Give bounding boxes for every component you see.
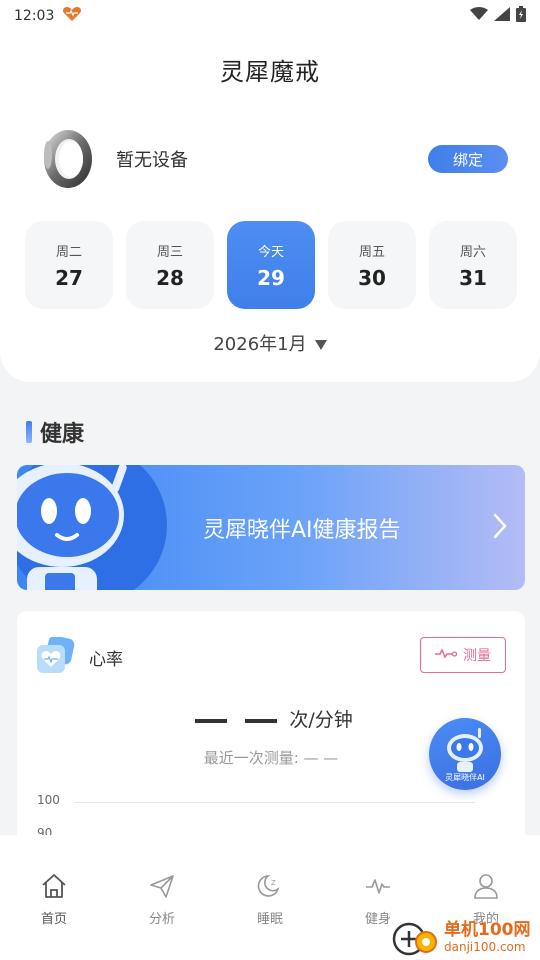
day-item[interactable]: 周二 27	[25, 221, 113, 309]
empty-value-dash	[195, 718, 228, 723]
send-icon	[148, 873, 176, 903]
site-watermark: 单机100网 danji100.com	[392, 915, 540, 960]
heart-rate-title: 心率	[89, 649, 123, 670]
section-title-text: 健康	[40, 422, 85, 447]
heart-rate-unit: 次/分钟	[289, 709, 353, 731]
day-number: 29	[257, 265, 285, 290]
signal-icon	[494, 7, 510, 25]
heart-rate-icon	[37, 635, 75, 677]
day-item[interactable]: 周五 30	[328, 221, 416, 309]
banner-title: 灵犀晓伴AI健康报告	[203, 517, 401, 543]
day-item[interactable]: 周六 31	[429, 221, 517, 309]
gridline	[74, 802, 475, 803]
user-icon	[472, 873, 500, 903]
day-number: 30	[358, 265, 386, 290]
day-name: 周五	[358, 244, 385, 260]
watermark-text: 单机100网 danji100.com	[444, 920, 531, 955]
home-icon	[40, 873, 68, 903]
caret-down-icon	[314, 340, 327, 350]
day-number: 27	[55, 265, 83, 290]
empty-value-dash	[245, 718, 278, 723]
top-card: 灵犀魔戒 暂无设备 绑定 周二 27 周三 28 今天 29 周五 30 周六 …	[0, 32, 540, 382]
device-status-text: 暂无设备	[116, 150, 188, 171]
status-bar: 12:03	[0, 0, 540, 32]
robot-mascot-icon	[17, 465, 167, 590]
svg-text:Z: Z	[271, 879, 276, 887]
tab-sleep[interactable]: Z 睡眠	[216, 835, 324, 960]
section-title-health: 健康	[26, 416, 84, 448]
chart-gridline: 100	[17, 793, 525, 813]
tab-label: 分析	[148, 912, 175, 927]
tab-label: 健身	[364, 912, 391, 927]
pulse-icon	[435, 647, 458, 663]
day-name: 周三	[156, 244, 183, 260]
ai-assistant-fab[interactable]: 灵犀晓伴AI	[429, 718, 501, 790]
tab-label: 首页	[40, 912, 67, 927]
day-number: 31	[459, 265, 487, 290]
day-number: 28	[156, 265, 184, 290]
watermark-logo-icon	[392, 918, 438, 958]
measure-button[interactable]: 测量	[420, 637, 506, 673]
page-title: 灵犀魔戒	[220, 58, 320, 86]
chevron-right-icon	[493, 513, 507, 543]
day-item-today[interactable]: 今天 29	[227, 221, 315, 309]
heart-rate-header: 心率	[37, 635, 123, 677]
ring-device-image	[38, 127, 94, 191]
measure-label: 测量	[463, 648, 491, 664]
day-name: 周二	[55, 244, 82, 260]
ai-health-report-banner[interactable]: 灵犀晓伴AI健康报告	[17, 465, 525, 590]
section-accent-bar	[26, 421, 32, 443]
tab-analysis[interactable]: 分析	[108, 835, 216, 960]
tab-home[interactable]: 首页	[0, 835, 108, 960]
day-selector: 周二 27 周三 28 今天 29 周五 30 周六 31	[25, 221, 517, 309]
wifi-icon	[470, 7, 488, 25]
status-time: 12:03	[14, 8, 55, 24]
heart-notification-icon	[62, 6, 82, 26]
moon-icon: Z	[256, 873, 284, 903]
watermark-title: 单机100网	[444, 920, 531, 940]
day-item[interactable]: 周三 28	[126, 221, 214, 309]
day-name: 周六	[459, 244, 486, 260]
month-picker[interactable]: 2026年1月	[0, 330, 540, 356]
watermark-url: danji100.com	[444, 940, 526, 954]
ai-fab-label: 灵犀晓伴AI	[445, 773, 485, 782]
bind-button[interactable]: 绑定	[428, 145, 508, 173]
y-tick-label: 100	[37, 793, 60, 807]
tab-label: 睡眠	[256, 912, 283, 927]
battery-icon	[516, 6, 526, 26]
month-label: 2026年1月	[213, 334, 307, 355]
device-row: 暂无设备 绑定	[38, 124, 508, 194]
activity-icon	[364, 873, 392, 903]
day-name: 今天	[257, 244, 284, 260]
